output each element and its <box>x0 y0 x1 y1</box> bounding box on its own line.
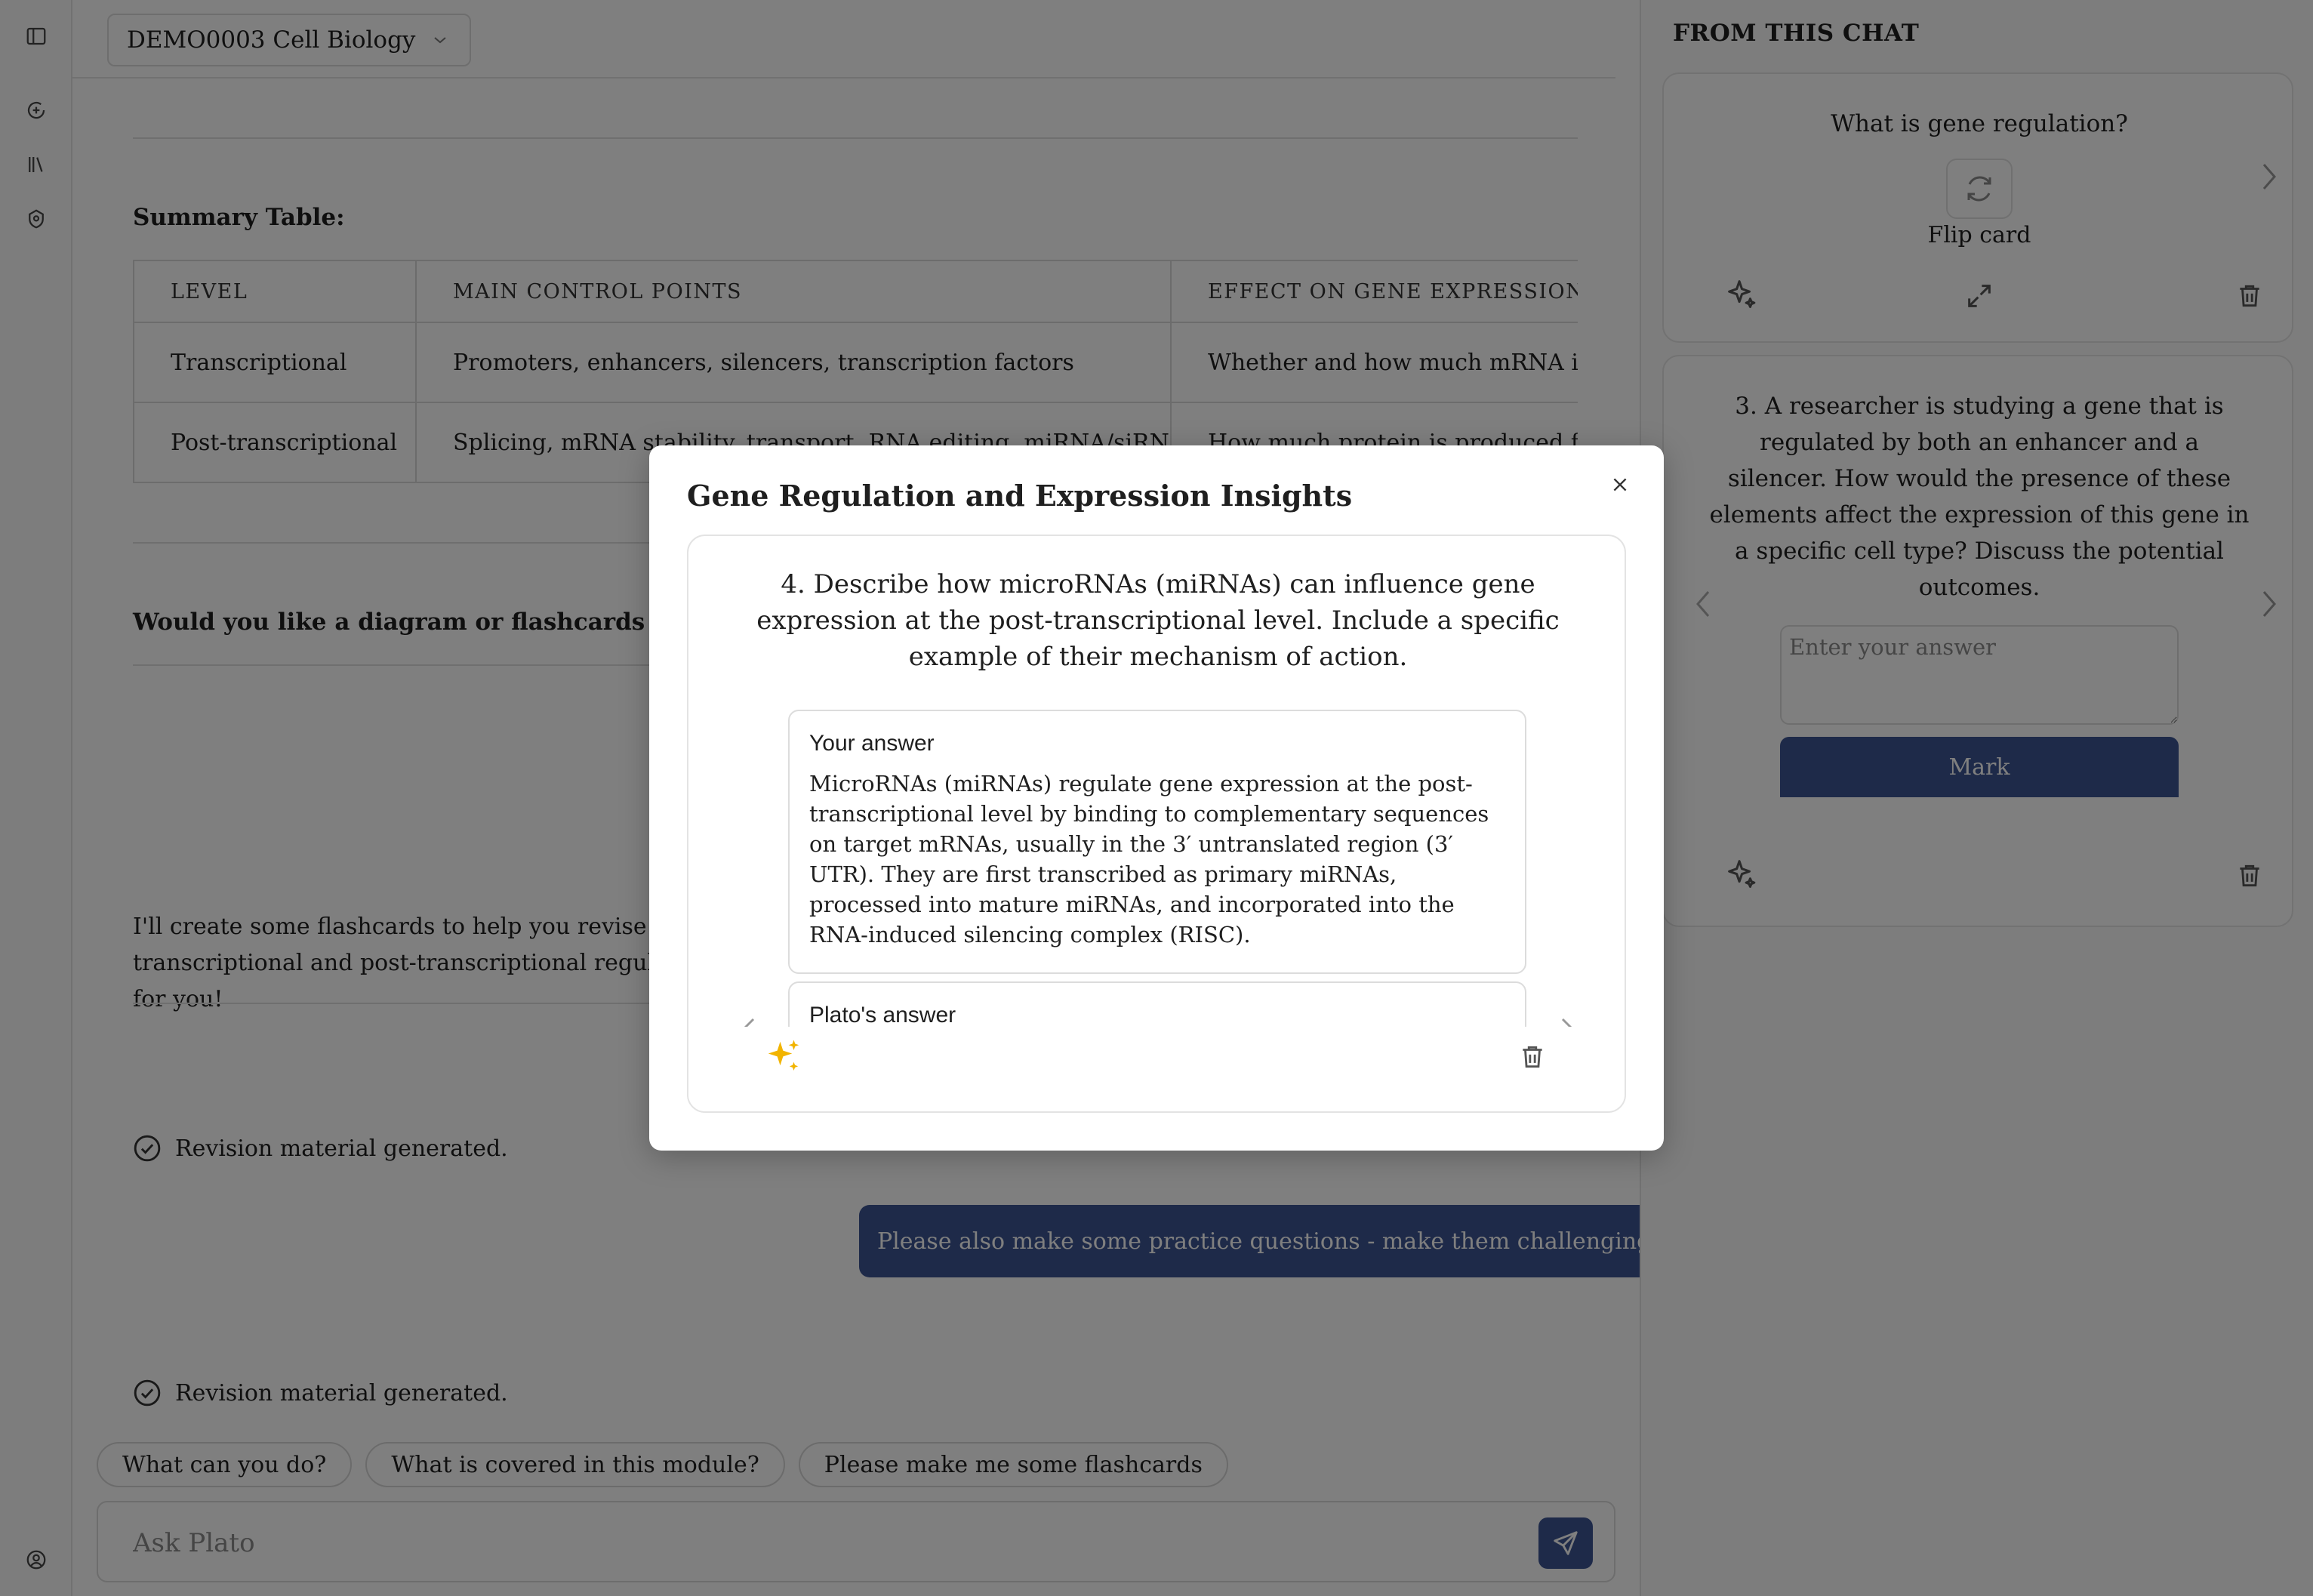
insights-modal: Gene Regulation and Expression Insights … <box>649 445 1664 1151</box>
your-answer-box: Your answer MicroRNAs (miRNAs) regulate … <box>788 710 1526 974</box>
modal-question: 4. Describe how microRNAs (miRNAs) can i… <box>756 569 1560 672</box>
your-answer-label: Your answer <box>809 731 935 756</box>
sparkles-icon[interactable] <box>761 1034 806 1080</box>
card-footer <box>688 1027 1625 1111</box>
close-icon[interactable] <box>1603 468 1637 501</box>
your-answer-text: MicroRNAs (miRNAs) regulate gene express… <box>809 771 1489 947</box>
plato-answer-label: Plato's answer <box>809 1003 956 1028</box>
trash-icon[interactable] <box>1513 1037 1552 1077</box>
question-card: 4. Describe how microRNAs (miRNAs) can i… <box>687 535 1626 1113</box>
modal-title: Gene Regulation and Expression Insights <box>687 479 1353 513</box>
